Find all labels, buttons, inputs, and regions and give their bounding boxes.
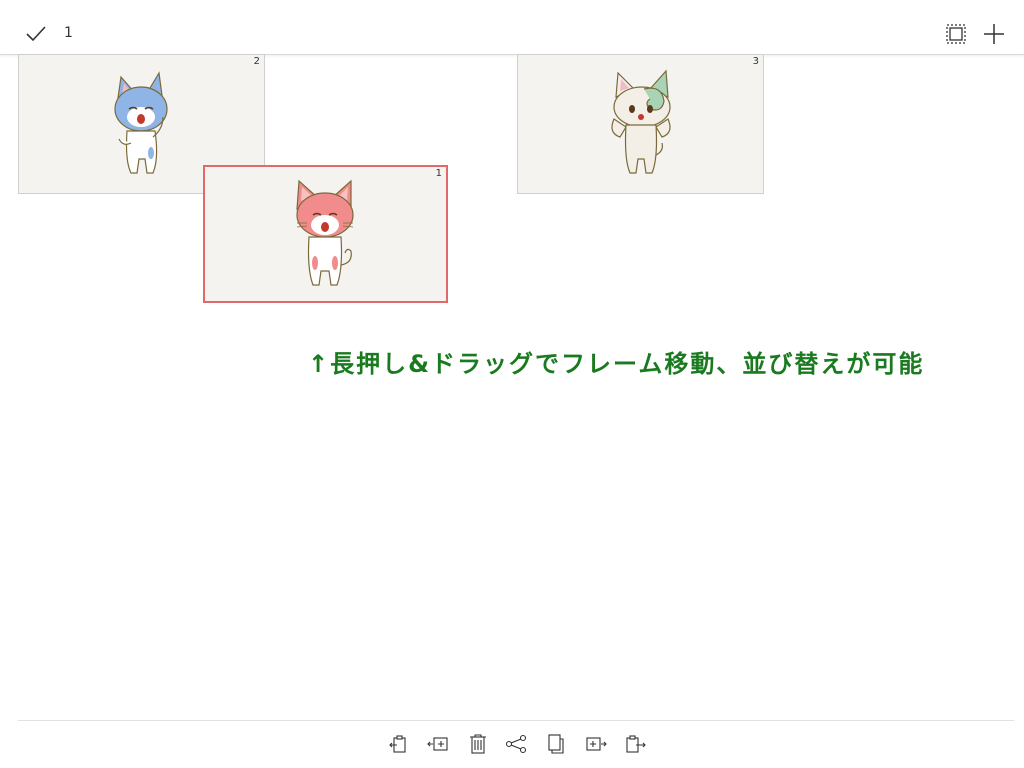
blue-cat-illustration — [114, 71, 168, 174]
frame-thumbnail-3[interactable]: 3 — [517, 54, 764, 194]
paste-before-icon[interactable] — [386, 732, 410, 756]
add-icon[interactable] — [982, 22, 1006, 46]
select-all-icon[interactable] — [944, 22, 968, 46]
frame-number: 3 — [752, 56, 759, 67]
trash-icon[interactable] — [466, 732, 490, 756]
frame-number: 1 — [435, 168, 442, 179]
pink-cat-illustration — [296, 179, 354, 286]
top-toolbar: 1 — [0, 0, 1024, 55]
insert-frame-icon[interactable] — [426, 732, 450, 756]
frame-number: 2 — [253, 56, 260, 67]
selected-count: 1 — [64, 25, 73, 41]
copy-icon[interactable] — [544, 732, 568, 756]
check-icon[interactable] — [24, 22, 48, 46]
bottom-toolbar — [0, 728, 1024, 762]
paste-after-icon[interactable] — [624, 732, 648, 756]
insert-after-icon[interactable] — [584, 732, 608, 756]
bottom-divider — [18, 720, 1014, 721]
drag-reorder-hint: ↑長押し&ドラッグでフレーム移動、並び替えが可能 — [308, 350, 925, 378]
frame-thumbnail-1[interactable]: 1 — [203, 165, 448, 303]
share-icon[interactable] — [504, 732, 528, 756]
mint-cat-illustration — [611, 69, 671, 174]
